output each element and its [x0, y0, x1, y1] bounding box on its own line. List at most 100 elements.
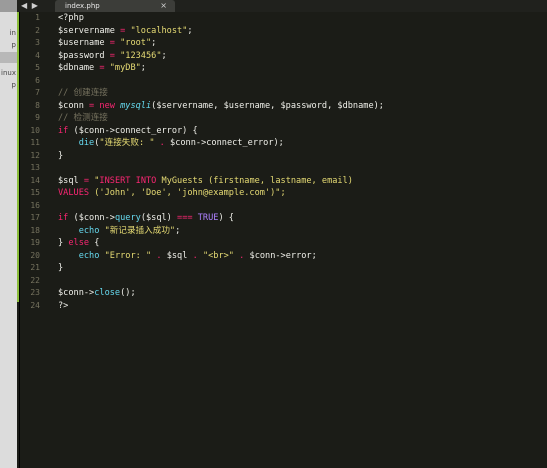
- line-number: 7: [35, 88, 40, 97]
- line-number: 13: [30, 163, 40, 172]
- code-line: <?php: [58, 12, 538, 25]
- code-token: INSERT INTO: [99, 175, 157, 186]
- line-number: 21: [30, 263, 40, 272]
- tab-index-php[interactable]: index.php ×: [55, 0, 175, 12]
- code-line: $sql = "INSERT INTO MyGuests (firstname,…: [58, 175, 538, 188]
- code-line: $dbname = "myDB";: [58, 62, 538, 75]
- code-token: TRUE: [197, 213, 219, 223]
- sidebar-item[interactable]: p: [0, 40, 17, 51]
- code-token: =: [83, 100, 100, 111]
- code-token: ;: [161, 50, 167, 61]
- line-number: 19: [30, 238, 40, 247]
- code-token: =: [94, 63, 110, 73]
- code-token: "<br>": [202, 250, 234, 261]
- line-number: 6: [35, 75, 40, 85]
- close-icon[interactable]: ×: [160, 0, 167, 12]
- code-token: ;: [151, 38, 157, 48]
- code-line: // 检测连接: [58, 112, 538, 125]
- code-token: "localhost": [130, 25, 188, 36]
- code-line: $password = "123456";: [58, 50, 538, 63]
- code-token: close: [94, 288, 121, 298]
- code-token: echo: [78, 250, 100, 261]
- sidebar-item[interactable]: p: [0, 80, 17, 91]
- code-token: .: [233, 250, 250, 261]
- code-token: ();: [120, 288, 136, 298]
- line-number: 23: [30, 288, 40, 297]
- line-number: 12: [30, 150, 40, 160]
- line-number: 2: [35, 25, 40, 35]
- code-line: $conn = new mysqli($servername, $usernam…: [58, 100, 538, 113]
- tab-label: index.php: [65, 2, 100, 10]
- code-line: }: [58, 262, 538, 275]
- code-token: ;: [187, 25, 193, 36]
- code-token: // 创建连接: [58, 88, 108, 98]
- code-line: die("连接失败: " . $conn->connect_error);: [58, 137, 538, 150]
- sidebar-item[interactable]: in: [0, 28, 17, 39]
- code-line: ​: [58, 275, 538, 288]
- code-token: .: [154, 138, 171, 148]
- line-number: 3: [35, 38, 40, 47]
- code-token: {: [89, 238, 100, 248]
- code-token: ($conn->connect_error) {: [68, 125, 198, 136]
- code-token: if: [58, 213, 69, 223]
- code-editor[interactable]: <?php $servername = "localhost"; $username…: [58, 12, 538, 312]
- tab-bar: ◀ ▶ index.php ×: [17, 0, 547, 12]
- code-token: else: [68, 238, 90, 248]
- code-token: mysqli: [120, 100, 152, 111]
- sidebar-item-selected[interactable]: [0, 52, 17, 63]
- line-number-gutter: 1 2 3 4 5 6 7 8 9 10 11 12 13 14 15 16 17 18 19 20 21 22 23 24: [20, 12, 42, 468]
- code-token: ;: [140, 63, 146, 73]
- line-number: 4: [35, 50, 40, 60]
- code-token: $sql: [58, 175, 79, 186]
- code-line: $username = "root";: [58, 37, 538, 50]
- code-token: $sql: [166, 250, 188, 261]
- code-line: if ($conn->query($sql) === TRUE) {: [58, 212, 538, 225]
- code-token: ?>: [58, 300, 69, 311]
- code-token: .: [151, 250, 167, 261]
- code-line: $servername = "localhost";: [58, 25, 538, 38]
- line-number: 11: [30, 138, 40, 147]
- code-token: ('John', 'Doe', 'john@example.com')";: [89, 188, 286, 198]
- line-number: 14: [30, 175, 40, 185]
- code-token: }: [58, 263, 64, 273]
- code-line: ​: [58, 200, 538, 213]
- sidebar-item[interactable]: inux: [0, 68, 17, 79]
- code-token: ($sql): [140, 213, 178, 223]
- line-number: 9: [35, 113, 40, 122]
- file-sidebar: in p inux p: [0, 0, 17, 468]
- code-token: $conn->: [58, 288, 95, 298]
- line-number: 1: [35, 13, 40, 22]
- line-number: 5: [35, 63, 40, 72]
- code-token: $username: [58, 38, 105, 48]
- code-token: ===: [177, 213, 193, 223]
- code-token: "新记录插入成功": [104, 225, 176, 236]
- code-token: =: [78, 175, 95, 186]
- line-number: 18: [30, 225, 40, 235]
- code-token: ($conn->: [68, 213, 115, 223]
- code-token: query: [114, 213, 141, 223]
- line-number: 10: [30, 125, 40, 135]
- line-number: 8: [35, 100, 40, 110]
- code-line: $conn->close();: [58, 287, 538, 300]
- code-token: ($servername, $username, $password, $dbn…: [151, 100, 384, 111]
- code-line: ​: [58, 75, 538, 88]
- code-line: ?>: [58, 300, 538, 313]
- code-token: $conn->connect_error);: [170, 138, 284, 148]
- code-token: "Error: ": [104, 250, 152, 261]
- line-number: 22: [30, 275, 40, 285]
- code-token: MyGuests (firstname, lastname, email): [156, 175, 353, 186]
- code-line: VALUES ('John', 'Doe', 'john@example.com…: [58, 187, 538, 200]
- code-line: }: [58, 150, 538, 163]
- code-token: "连接失败: ": [99, 138, 155, 148]
- tab-nav-arrows[interactable]: ◀ ▶: [21, 0, 55, 12]
- code-token: .: [187, 250, 203, 261]
- code-token: "root": [120, 38, 152, 48]
- code-token: $password: [58, 50, 105, 61]
- line-number: 24: [30, 300, 40, 310]
- code-token: $conn->error;: [249, 250, 317, 261]
- code-line: // 创建连接: [58, 87, 538, 100]
- code-token: new: [99, 100, 121, 111]
- line-number: 17: [30, 213, 40, 222]
- code-token: <?php: [58, 13, 84, 23]
